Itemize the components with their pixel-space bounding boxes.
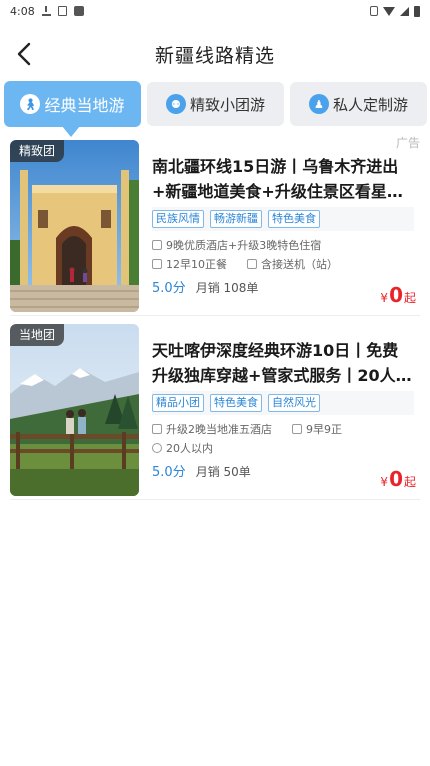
product-card[interactable]: 精致团 南北疆环线15日游丨乌鲁木齐进出+新疆地道美食+升级住景区看星… 民族风…: [10, 140, 420, 316]
product-badge: 精致团: [10, 140, 65, 162]
tab-label: 经典当地游: [44, 96, 125, 115]
tab-label: 精致小团游: [189, 95, 265, 114]
product-title: 南北疆环线15日游丨乌鲁木齐进出+新疆地道美食+升级住景区看星…: [152, 157, 403, 201]
page-title: 新疆线路精选: [154, 44, 275, 67]
download-icon: [41, 6, 51, 16]
wifi-icon: [383, 6, 395, 16]
battery-icon: [414, 5, 420, 17]
person-icon: [152, 443, 162, 453]
nav-bar: 新疆线路精选: [0, 30, 430, 78]
price: ¥ 0 起: [380, 467, 416, 491]
meal-transfer-info: 12早10正餐 含接送机（站）: [152, 255, 414, 273]
price-suffix: 起: [403, 291, 416, 305]
hotel-info: 9晚优质酒店+升级3晚特色住宿: [152, 236, 414, 254]
tab-small-group[interactable]: ⚉ 精致小团游: [147, 82, 284, 126]
hotel-icon: [152, 424, 162, 434]
car-icon: [247, 259, 257, 269]
walker-icon: 🚶︎: [20, 94, 41, 114]
price: ¥ 0 起: [380, 283, 416, 307]
tag: 特色美食: [268, 210, 320, 228]
price-value: 0: [389, 467, 403, 491]
tag: 自然风光: [268, 394, 320, 412]
monthly-sales: 月销 50单: [195, 465, 251, 479]
notification-icon: [57, 6, 67, 16]
monthly-sales: 月销 108单: [195, 281, 259, 295]
transfer-text: 含接送机（站）: [261, 258, 338, 271]
group-text: 20人以内: [166, 442, 213, 455]
meal-icon: [292, 424, 302, 434]
category-tabs: 🚶︎ 经典当地游 ⚉ 精致小团游 ♟︎ 私人定制游: [0, 80, 430, 137]
tab-private-custom[interactable]: ♟︎ 私人定制游: [290, 82, 427, 126]
group-icon: ⚉: [165, 94, 186, 114]
tag: 特色美食: [210, 394, 262, 412]
rating-score: 5.0分: [152, 465, 186, 480]
price-currency: ¥: [380, 291, 389, 305]
product-tags: 民族风情 畅游新疆 特色美食: [152, 207, 414, 231]
tab-label: 私人定制游: [332, 95, 408, 114]
hotel-text: 9晚优质酒店+升级3晚特色住宿: [166, 239, 322, 252]
tag: 畅游新疆: [210, 210, 262, 228]
chevron-left-icon: [17, 42, 31, 66]
app-notification-icon: [73, 6, 84, 16]
vibrate-icon: [370, 6, 378, 16]
rating-score: 5.0分: [152, 281, 186, 296]
group-info: 20人以内: [152, 439, 414, 457]
price-suffix: 起: [403, 475, 416, 489]
custom-icon: ♟︎: [308, 94, 329, 114]
product-image: 精致团: [10, 140, 139, 312]
meal-text: 9早9正: [306, 423, 342, 436]
tab-classic-local[interactable]: 🚶︎ 经典当地游: [4, 81, 141, 137]
price-currency: ¥: [380, 475, 389, 489]
product-image: 当地团: [10, 324, 139, 496]
product-card[interactable]: 当地团 天吐喀伊深度经典环游10日丨免费升级独库穿越+管家式服务丨20人… 精品…: [10, 324, 420, 500]
hotel-text: 升级2晚当地准五酒店: [166, 423, 272, 436]
product-tags: 精品小团 特色美食 自然风光: [152, 391, 414, 415]
price-value: 0: [389, 283, 403, 307]
product-title: 天吐喀伊深度经典环游10日丨免费升级独库穿越+管家式服务丨20人…: [152, 341, 412, 385]
product-badge: 当地团: [10, 324, 65, 346]
hotel-meal-info: 升级2晚当地准五酒店 9早9正: [152, 420, 414, 438]
meal-icon: [152, 259, 162, 269]
tag: 民族风情: [152, 210, 204, 228]
hotel-icon: [152, 240, 162, 250]
status-bar: 4:08: [0, 0, 430, 22]
tag: 精品小团: [152, 394, 204, 412]
back-button[interactable]: [12, 40, 38, 68]
signal-icon: [400, 6, 409, 16]
meal-text: 12早10正餐: [166, 258, 227, 271]
status-time: 4:08: [10, 4, 35, 18]
